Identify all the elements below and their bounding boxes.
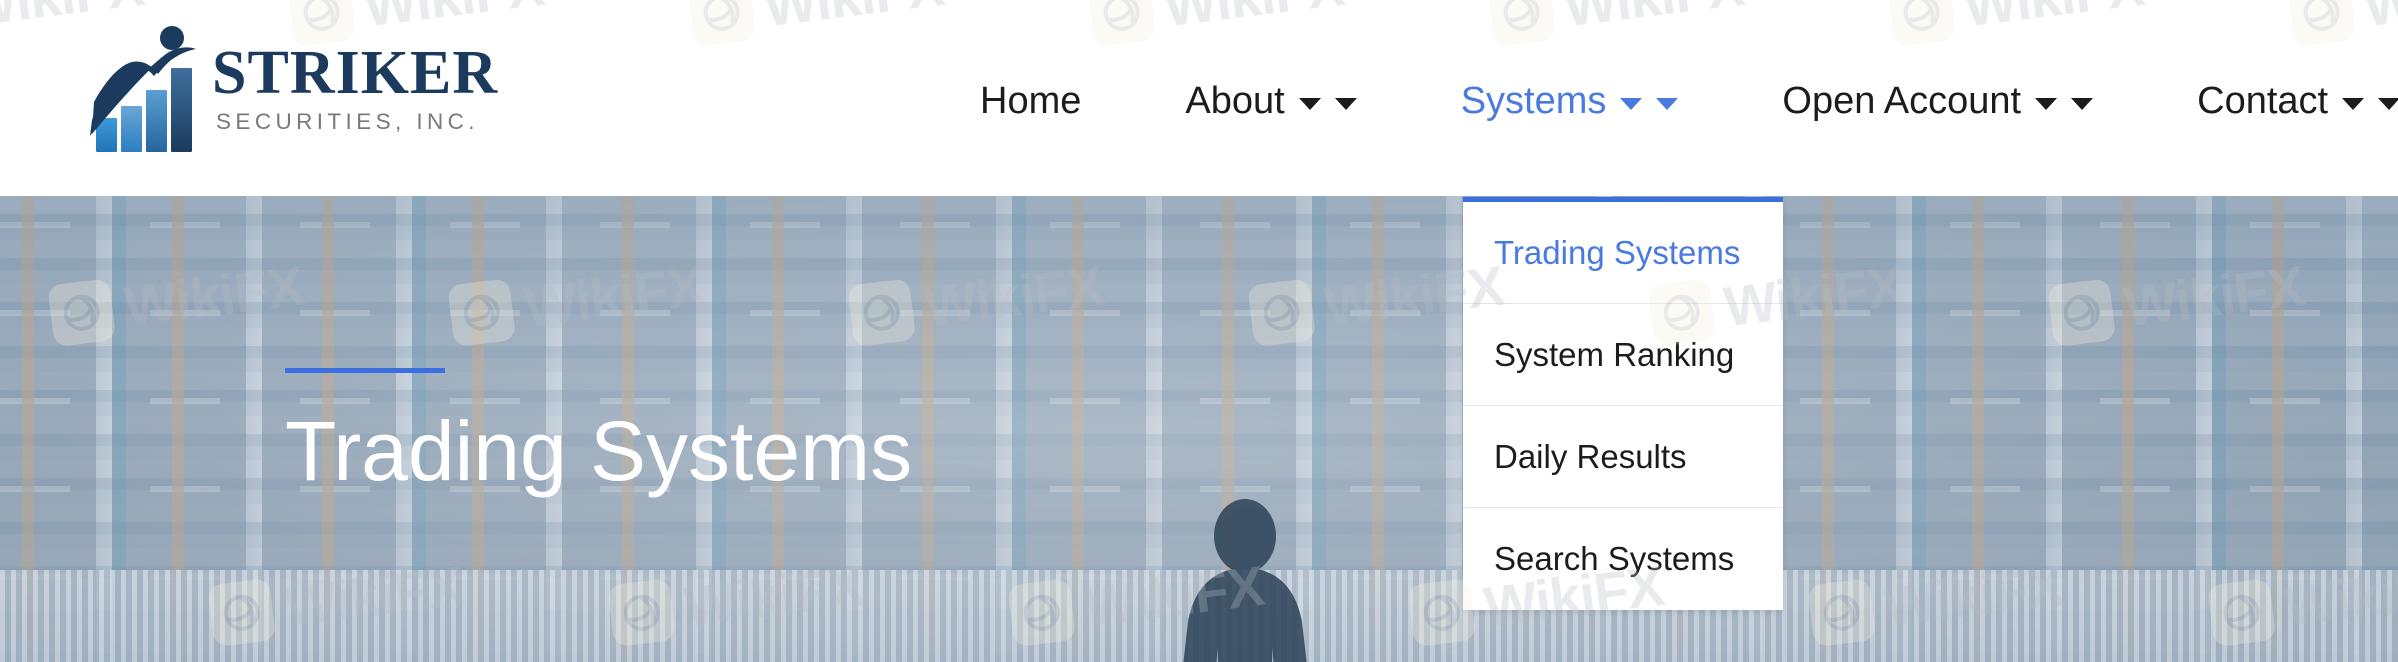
nav-item-systems[interactable]: Systems: [1461, 0, 1679, 196]
page-title: Trading Systems: [285, 404, 913, 498]
nav-item-open-account[interactable]: Open Account: [1782, 0, 2094, 196]
chevron-down-icon: [1298, 98, 1321, 110]
dropdown-item-label: Daily Results: [1494, 437, 1687, 475]
dropdown-item-label: System Ranking: [1494, 335, 1735, 373]
systems-dropdown-menu: Trading Systems System Ranking Daily Res…: [1463, 197, 1783, 610]
logo-wordmark: STRIKER SECURITIES, INC.: [212, 40, 532, 150]
dropdown-item-label: Trading Systems: [1494, 233, 1741, 271]
chevron-down-icon: [2071, 98, 2094, 110]
nav-item-label: About: [1185, 80, 1285, 122]
brand-name: STRIKER: [212, 39, 499, 107]
striker-growth-chart-logo-icon: [90, 26, 196, 152]
nav-item-label: Systems: [1460, 80, 1607, 122]
chevron-down-icon: [2035, 98, 2058, 110]
nav-item-home[interactable]: Home: [980, 0, 1081, 196]
chevron-down-icon: [1620, 98, 1643, 110]
nav-item-label: Open Account: [1782, 80, 2022, 122]
brand-subtitle: SECURITIES, INC.: [216, 109, 479, 134]
nav-item-label: Home: [980, 80, 1082, 122]
page-root: Trading Systems STRIKER SECURITIES, INC.…: [0, 0, 2398, 662]
site-header: STRIKER SECURITIES, INC. Home About Syst…: [0, 0, 2398, 196]
dropdown-item-daily-results[interactable]: Daily Results: [1463, 406, 1783, 508]
dropdown-item-label: Search Systems: [1494, 540, 1735, 577]
chevron-down-icon: [2378, 98, 2398, 110]
dropdown-item-search-systems[interactable]: Search Systems: [1463, 508, 1783, 610]
hero-accent-bar: [285, 368, 445, 373]
dropdown-item-system-ranking[interactable]: System Ranking: [1463, 304, 1783, 406]
businessman-silhouette-icon: [1183, 499, 1307, 662]
nav-item-about[interactable]: About: [1185, 0, 1357, 196]
hero-copy-block: Trading Systems: [285, 368, 912, 497]
chevron-down-icon: [1334, 98, 1357, 110]
hero-banner: Trading Systems: [0, 196, 2398, 662]
site-logo[interactable]: STRIKER SECURITIES, INC.: [84, 20, 524, 160]
nav-item-label: Contact: [2197, 80, 2329, 122]
chevron-down-icon: [1656, 98, 1679, 110]
dropdown-item-trading-systems[interactable]: Trading Systems: [1463, 202, 1783, 304]
main-navigation: Home About Systems Open Account Contact: [980, 0, 2398, 196]
chevron-down-icon: [2342, 98, 2365, 110]
nav-item-contact[interactable]: Contact: [2197, 0, 2398, 196]
